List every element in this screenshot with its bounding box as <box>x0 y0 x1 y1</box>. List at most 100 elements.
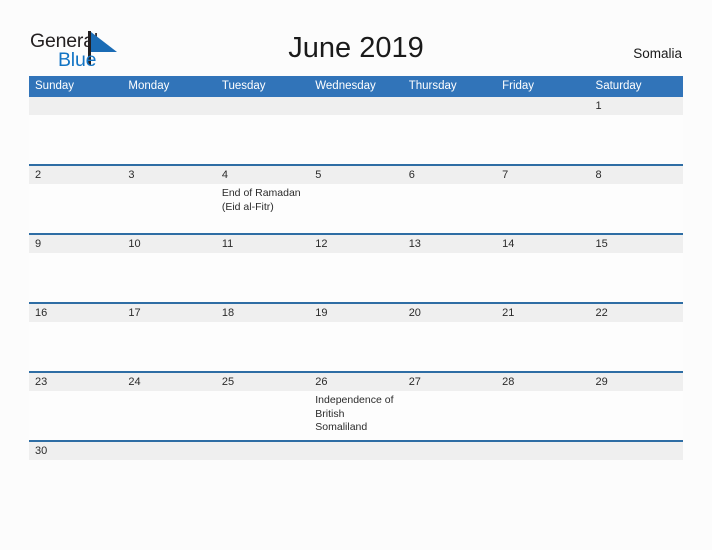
calendar-day-number[interactable]: 10 <box>122 235 215 253</box>
calendar-day-cell <box>122 253 215 302</box>
weekday-header-thursday: Thursday <box>408 80 457 92</box>
calendar-week-row: 2 3 4 5 6 7 8 End of Ramadan (Eid al-Fitr) <box>29 164 683 233</box>
calendar-day-number[interactable]: 14 <box>496 235 589 253</box>
calendar-weekday-header-row: Sunday Monday Tuesday Wednesday Thursday… <box>29 76 683 97</box>
weekday-header-wednesday: Wednesday <box>315 80 376 92</box>
calendar-day-cell <box>403 115 496 164</box>
calendar-day-number[interactable]: 12 <box>309 235 402 253</box>
calendar-day-number[interactable]: 29 <box>590 373 683 391</box>
calendar-day-cell <box>216 253 309 302</box>
calendar-day-empty <box>29 97 122 115</box>
calendar-day-number[interactable]: 5 <box>309 166 402 184</box>
calendar-day-cell <box>496 115 589 164</box>
calendar-day-cell <box>496 391 589 440</box>
calendar-day-number[interactable]: 22 <box>590 304 683 322</box>
calendar-event-text: (Eid al-Fitr) <box>221 200 274 213</box>
calendar-day-cell <box>590 184 683 233</box>
calendar-day-number[interactable]: 26 <box>309 373 402 391</box>
calendar-week-row: 1 <box>29 97 683 164</box>
calendar-event-text: End of Ramadan <box>221 187 301 199</box>
calendar-day-empty <box>309 97 402 115</box>
calendar-day-cell <box>403 184 496 233</box>
country-label: Somalia <box>633 46 682 61</box>
calendar-day-number[interactable]: 2 <box>29 166 122 184</box>
weekday-header-tuesday: Tuesday <box>221 80 266 92</box>
calendar-day-number[interactable]: 13 <box>403 235 496 253</box>
weekday-header-friday: Friday <box>502 80 535 92</box>
page-header: General Blue June 2019 Somalia <box>0 0 712 76</box>
calendar-event-text: Independence of <box>315 394 394 406</box>
calendar-week-row: 30 <box>29 440 683 460</box>
calendar-week-row: 9 10 11 12 13 14 15 <box>29 233 683 302</box>
calendar-day-number[interactable]: 16 <box>29 304 122 322</box>
calendar-day-cell <box>590 253 683 302</box>
calendar-day-cell <box>496 184 589 233</box>
calendar-weeks: 1 2 3 4 5 6 7 8 End of Ramadan (Eid al-Fitr) 9 10 11… <box>29 97 683 460</box>
calendar-day-number[interactable]: 4 <box>216 166 309 184</box>
calendar-day-number[interactable]: 15 <box>590 235 683 253</box>
calendar-day-number[interactable]: 9 <box>29 235 122 253</box>
calendar-day-cell <box>309 184 402 233</box>
calendar-date-number-band: 16 17 18 19 20 21 22 <box>29 304 683 322</box>
calendar-day-cell <box>29 184 122 233</box>
calendar-day-number[interactable]: 25 <box>216 373 309 391</box>
calendar-day-number[interactable]: 20 <box>403 304 496 322</box>
calendar-week-row: 16 17 18 19 20 21 22 <box>29 302 683 371</box>
calendar-day-empty <box>496 97 589 115</box>
calendar-grid: Sunday Monday Tuesday Wednesday Thursday… <box>29 76 683 460</box>
calendar-day-number[interactable]: 11 <box>216 235 309 253</box>
calendar-day-cell <box>29 253 122 302</box>
calendar-day-number[interactable]: 3 <box>122 166 215 184</box>
calendar-day-number[interactable]: 24 <box>122 373 215 391</box>
calendar-day-number[interactable]: 21 <box>496 304 589 322</box>
calendar-day-cell <box>403 391 496 440</box>
calendar-date-number-band: 2345678 <box>29 166 683 184</box>
calendar-day-empty <box>403 97 496 115</box>
calendar-day-cell <box>590 115 683 164</box>
calendar-day-empty <box>309 442 402 460</box>
calendar-day-number[interactable]: 1 <box>590 97 683 115</box>
calendar-day-empty <box>216 442 309 460</box>
calendar-day-cell <box>309 322 402 371</box>
calendar-event-text: British Somaliland <box>315 407 368 434</box>
calendar-date-number-band: 9 10 11 12 13 14 15 <box>29 235 683 253</box>
calendar-day-empty <box>216 97 309 115</box>
weekday-header-monday: Monday <box>128 80 170 92</box>
calendar-day-cell <box>309 115 402 164</box>
calendar-day-cell <box>403 322 496 371</box>
calendar-day-empty <box>496 442 589 460</box>
page-title: June 2019 <box>288 32 424 64</box>
calendar-day-empty <box>590 442 683 460</box>
calendar-day-cell <box>496 253 589 302</box>
calendar-day-cell <box>29 391 122 440</box>
calendar-day-cell <box>29 115 122 164</box>
calendar-day-number[interactable]: 19 <box>309 304 402 322</box>
calendar-day-number[interactable]: 17 <box>122 304 215 322</box>
calendar-day-cell <box>403 253 496 302</box>
calendar-day-cell <box>122 115 215 164</box>
calendar-day-cell <box>590 322 683 371</box>
calendar-date-number-band: 1 <box>29 97 683 115</box>
calendar-day-number[interactable]: 28 <box>496 373 589 391</box>
calendar-day-number[interactable]: 23 <box>29 373 122 391</box>
calendar-day-empty <box>122 442 215 460</box>
calendar-day-cell <box>122 184 215 233</box>
calendar-day-cell <box>29 322 122 371</box>
calendar-day-events: End of Ramadan (Eid al-Fitr) <box>216 184 309 233</box>
calendar-day-cell <box>122 391 215 440</box>
calendar-day-number[interactable]: 30 <box>29 442 122 460</box>
calendar-event-band <box>29 322 683 371</box>
calendar-week-row: 23 24 25 26 27 28 29 Independence of British Som… <box>29 371 683 440</box>
calendar-day-number[interactable]: 18 <box>216 304 309 322</box>
calendar-date-number-band: 30 <box>29 442 683 460</box>
calendar-date-number-band: 23 24 25 26 27 28 29 <box>29 373 683 391</box>
calendar-day-cell <box>216 322 309 371</box>
calendar-day-empty <box>403 442 496 460</box>
calendar-event-band: Independence of British Somaliland <box>29 391 683 440</box>
calendar-day-number[interactable]: 27 <box>403 373 496 391</box>
calendar-event-band <box>29 115 683 164</box>
calendar-day-number[interactable]: 6 <box>403 166 496 184</box>
calendar-day-number[interactable]: 8 <box>590 166 683 184</box>
calendar-day-cell <box>216 115 309 164</box>
calendar-day-number[interactable]: 7 <box>496 166 589 184</box>
